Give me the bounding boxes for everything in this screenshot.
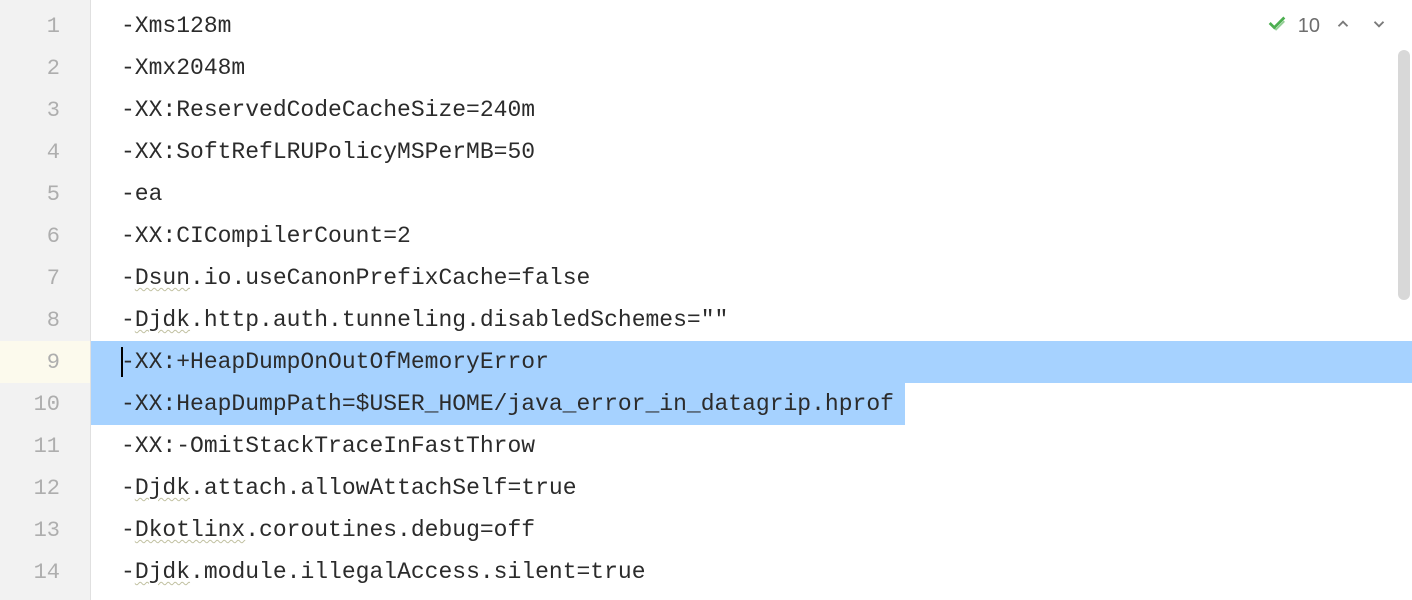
code-line[interactable]: -XX:ReservedCodeCacheSize=240m [121, 89, 1412, 131]
code-line[interactable]: -Xmx2048m [121, 47, 1412, 89]
code-line[interactable]: -XX:HeapDumpPath=$USER_HOME/java_error_i… [121, 383, 1412, 425]
line-number[interactable]: 13 [0, 509, 90, 551]
code-line[interactable]: -XX:CICompilerCount=2 [121, 215, 1412, 257]
line-number-gutter: 1234567891011121314 [0, 0, 90, 600]
line-number[interactable]: 7 [0, 257, 90, 299]
line-number[interactable]: 11 [0, 425, 90, 467]
typo-underline: Dsun [135, 265, 190, 291]
code-line[interactable]: -Dsun.io.useCanonPrefixCache=false [121, 257, 1412, 299]
code-line[interactable]: -Xms128m [121, 5, 1412, 47]
code-area[interactable]: 10 -Xms128m-Xmx2048m-XX:ReservedCodeCach… [90, 0, 1412, 600]
code-line[interactable]: -XX:-OmitStackTraceInFastThrow [121, 425, 1412, 467]
code-line[interactable]: -Dkotlinx.coroutines.debug=off [121, 509, 1412, 551]
line-number[interactable]: 2 [0, 47, 90, 89]
code-editor[interactable]: 1234567891011121314 10 -Xms128m-Xm [0, 0, 1412, 600]
code-line[interactable]: -Djdk.module.illegalAccess.silent=true [121, 551, 1412, 593]
typo-underline: Djdk [135, 307, 190, 333]
inspection-count: 10 [1298, 15, 1320, 38]
typo-underline: Djdk [135, 475, 190, 501]
typo-underline: Dkotlinx [135, 517, 245, 543]
checkmark-icon [1266, 12, 1288, 41]
code-line[interactable]: -ea [121, 173, 1412, 215]
code-line[interactable]: -Djdk.http.auth.tunneling.disabledScheme… [121, 299, 1412, 341]
code-line[interactable]: -Djdk.attach.allowAttachSelf=true [121, 467, 1412, 509]
line-number[interactable]: 3 [0, 89, 90, 131]
prev-highlight-button[interactable] [1330, 14, 1356, 40]
line-number[interactable]: 12 [0, 467, 90, 509]
inspection-status-bar: 10 [1266, 12, 1392, 41]
line-number[interactable]: 1 [0, 5, 90, 47]
line-number[interactable]: 10 [0, 383, 90, 425]
line-number[interactable]: 4 [0, 131, 90, 173]
text-cursor [121, 347, 123, 377]
line-number[interactable]: 8 [0, 299, 90, 341]
code-line[interactable]: -XX:+HeapDumpOnOutOfMemoryError [91, 341, 1412, 383]
code-line[interactable]: -XX:SoftRefLRUPolicyMSPerMB=50 [121, 131, 1412, 173]
typo-underline: Djdk [135, 559, 190, 585]
line-number[interactable]: 9 [0, 341, 90, 383]
line-number[interactable]: 5 [0, 173, 90, 215]
line-number[interactable]: 14 [0, 551, 90, 593]
next-highlight-button[interactable] [1366, 14, 1392, 40]
line-number[interactable]: 6 [0, 215, 90, 257]
